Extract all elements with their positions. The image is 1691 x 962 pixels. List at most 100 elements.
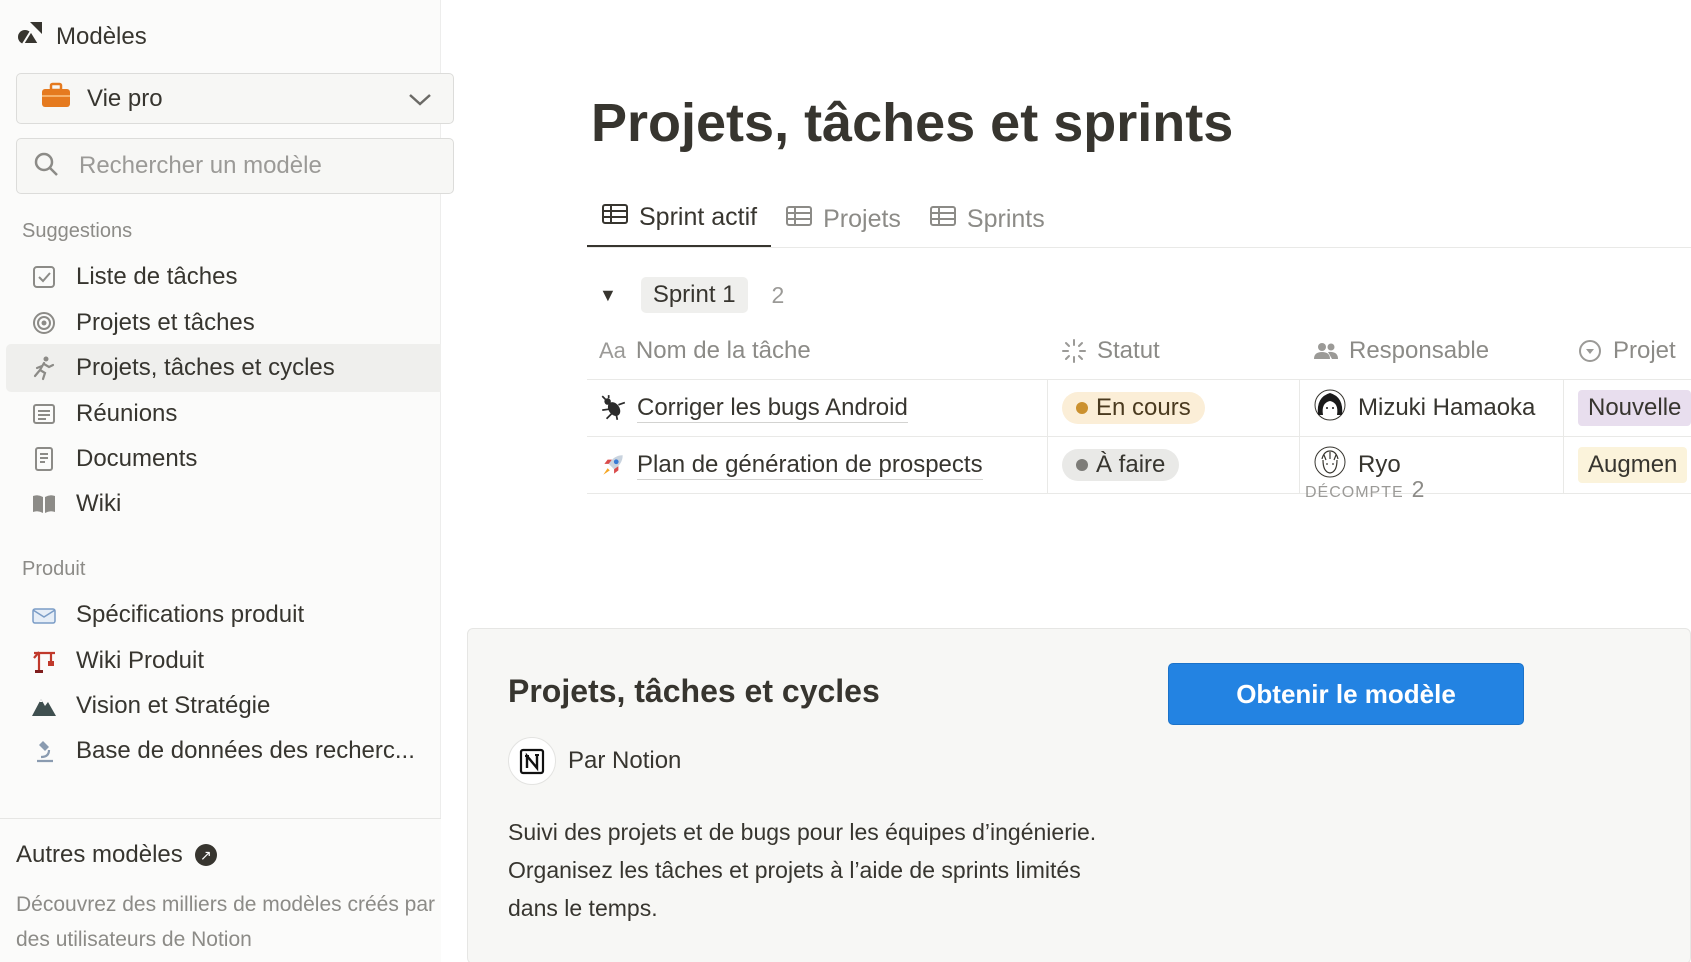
sidebar-template-list: Suggestions Liste de tâches Projets et t… [0,208,441,818]
sidebar-item-wiki[interactable]: Wiki [6,480,441,528]
sidebar-item-label: Liste de tâches [76,263,238,290]
author-label: Par Notion [568,747,682,774]
document-icon [30,445,58,473]
sidebar-item-label: Spécifications produit [76,601,305,628]
template-search [16,138,454,194]
dropdown-value: Vie pro [87,84,163,112]
tab-label: Projets [823,204,901,233]
column-label: Projet [1613,336,1676,364]
other-templates-link[interactable]: Autres modèles ↗ [16,841,217,869]
search-icon [17,151,79,182]
tab-sprint-actif[interactable]: Sprint actif [587,190,772,248]
table-icon [785,204,813,235]
bug-emoji-icon [599,394,627,422]
view-tabs: Sprint actif Projets Sprints [587,190,1059,248]
tab-label: Sprints [966,204,1045,233]
sidebar-item-specifications-produit[interactable]: Spécifications produit [6,591,441,639]
assignee-name: Mizuki Hamaoka [1358,394,1536,421]
briefcase-icon [41,82,87,115]
section-label-produit: Produit [22,558,86,580]
sidebar-item-label: Wiki [76,490,122,517]
sidebar-header: Modèles [16,18,147,55]
table-icon [601,202,629,233]
sidebar-item-documents[interactable]: Documents [6,435,441,483]
sidebar-item-label: Projets et tâches [76,309,255,336]
sidebar-item-label: Vision et Stratégie [76,692,271,719]
column-header-name[interactable]: Aa Nom de la tâche [599,322,1047,379]
count-label: DÉCOMPTE [1305,484,1404,501]
table-row[interactable]: Corriger les bugs Android En cours Mizuk… [587,380,1691,437]
project-tag: Nouvelle [1578,390,1691,426]
table-header: Aa Nom de la tâche Statut Responsable Pr… [587,322,1691,380]
toggle-triangle-icon[interactable]: ▼ [599,285,617,306]
status-dot [1076,459,1088,471]
assignee-cell[interactable]: Mizuki Hamaoka [1299,380,1563,436]
sidebar-item-reunions[interactable]: Réunions [6,390,441,438]
other-templates-title: Autres modèles [16,841,183,868]
get-template-button[interactable]: Obtenir le modèle [1168,663,1524,725]
project-tag: Augmen [1578,447,1688,483]
target-icon [30,309,58,337]
sidebar-item-vision-strategie[interactable]: Vision et Stratégie [6,682,441,730]
table-icon [929,204,957,235]
crane-icon [30,647,58,675]
sidebar-item-label: Projets, tâches et cycles [76,354,335,381]
rocket-emoji-icon [599,451,627,479]
column-label: Responsable [1349,336,1490,364]
table-row[interactable]: Plan de génération de prospects À faire … [587,437,1691,494]
assignee-name: Ryo [1358,451,1401,478]
task-name-cell[interactable]: Corriger les bugs Android [599,380,1047,436]
section-label-suggestions: Suggestions [22,220,133,242]
tasks-table: Aa Nom de la tâche Statut Responsable Pr… [587,322,1691,494]
column-header-status[interactable]: Statut [1047,322,1299,379]
avatar [1314,389,1358,428]
sidebar-item-label: Documents [76,445,198,472]
task-name: Corriger les bugs Android [637,393,908,423]
other-templates-description: Découvrez des milliers de modèles créés … [16,893,436,951]
project-cell[interactable]: Augmen [1563,437,1691,493]
column-header-project[interactable]: Projet [1563,322,1691,379]
status-label: En cours [1096,394,1191,421]
tab-sprints[interactable]: Sprints [915,190,1059,248]
sidebar: Modèles Vie pro Suggestions Liste de tâc… [0,0,454,962]
status-badge: À faire [1062,449,1180,481]
sidebar-item-label: Réunions [76,400,178,427]
sidebar-item-liste-de-taches[interactable]: Liste de tâches [6,253,441,301]
book-icon [30,490,58,518]
project-cell[interactable]: Nouvelle [1563,380,1691,436]
sidebar-item-projets-et-taches[interactable]: Projets et tâches [6,299,441,347]
group-label: Sprint 1 [640,277,748,313]
group-header: ▼ Sprint 1 2 [599,277,784,313]
count-value: 2 [1411,476,1425,502]
count-summary[interactable]: DÉCOMPTE 2 [1305,476,1424,503]
template-info-card: Projets, tâches et cycles Par Notion Sui… [467,628,1691,962]
sidebar-item-label: Wiki Produit [76,647,205,674]
page-title: Projets, tâches et sprints [591,93,1234,153]
sidebar-item-wiki-produit[interactable]: Wiki Produit [6,637,441,685]
column-label: Statut [1097,336,1160,364]
runner-icon [30,354,58,382]
status-cell[interactable]: À faire [1047,437,1299,493]
mountain-icon [30,692,58,720]
status-icon [1061,338,1087,364]
sidebar-item-base-recherches[interactable]: Base de données des recherc... [6,727,441,775]
people-icon [1313,338,1339,364]
tab-projets[interactable]: Projets [771,190,915,248]
sidebar-item-projets-taches-cycles[interactable]: Projets, tâches et cycles [6,344,441,392]
checkbox-icon [30,263,58,291]
column-label: Nom de la tâche [635,336,811,364]
status-label: À faire [1096,451,1166,478]
status-dot [1076,402,1088,414]
envelope-icon [30,601,58,629]
column-header-assignee[interactable]: Responsable [1299,322,1563,379]
task-name: Plan de génération de prospects [637,450,983,480]
templates-icon [16,18,46,55]
other-templates-footer: Autres modèles ↗ Découvrez des milliers … [0,818,441,962]
text-property-icon: Aa [599,337,626,363]
task-name-cell[interactable]: Plan de génération de prospects [599,437,1047,493]
status-cell[interactable]: En cours [1047,380,1299,436]
category-dropdown[interactable]: Vie pro [16,73,454,124]
group-count: 2 [771,281,785,308]
search-input[interactable] [79,152,409,180]
relation-icon [1577,338,1603,364]
